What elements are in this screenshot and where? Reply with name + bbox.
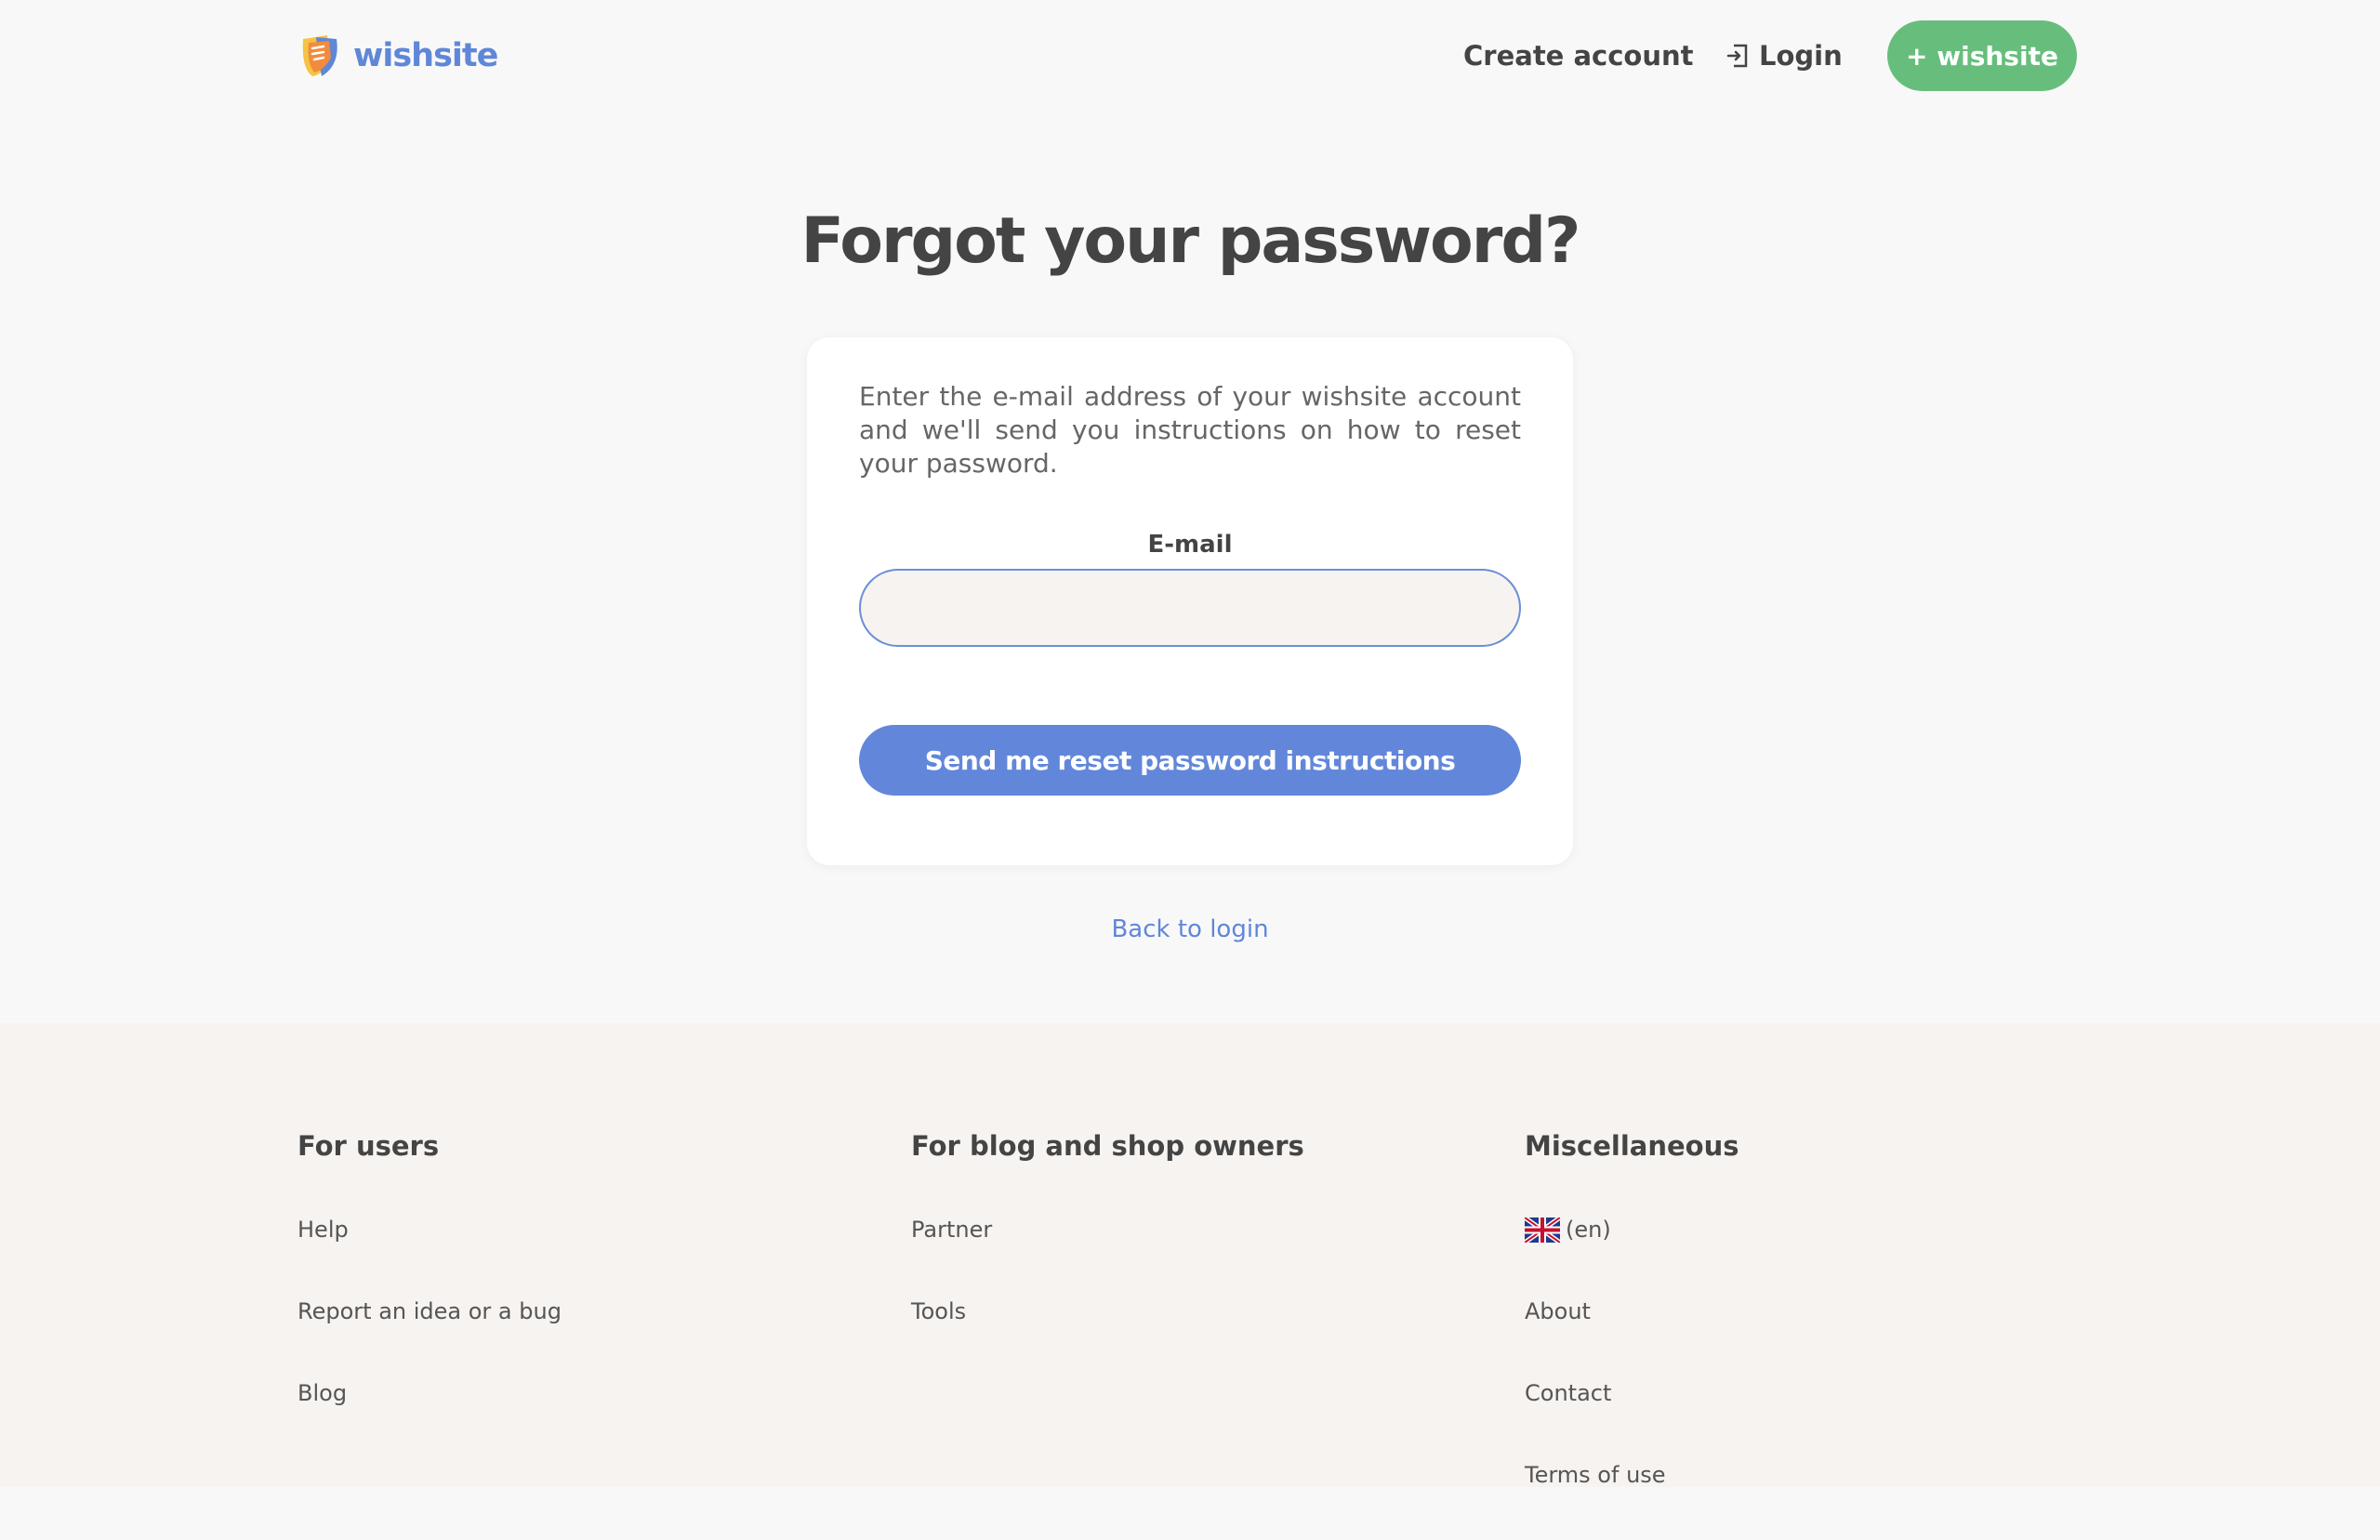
footer-link-report[interactable]: Report an idea or a bug: [298, 1295, 562, 1328]
email-label: E-mail: [1147, 531, 1233, 559]
page-title: Forgot your password?: [800, 204, 1581, 278]
send-reset-instructions-button[interactable]: Send me reset password instructions: [859, 725, 1521, 796]
wishsite-logo-icon: [302, 35, 337, 76]
login-label: Login: [1759, 40, 1843, 72]
footer-column-owners: For blog and shop owners Partner Tools: [911, 1127, 1304, 1376]
add-wishsite-button[interactable]: + wishsite: [1887, 20, 2077, 91]
create-account-link[interactable]: Create account: [1463, 35, 1693, 76]
logo-link[interactable]: wishsite: [296, 32, 498, 80]
back-to-login-link[interactable]: Back to login: [0, 915, 2380, 943]
footer-heading: For users: [298, 1130, 440, 1162]
footer-column-misc: Miscellaneous (en) About Contact Terms o…: [1525, 1127, 1739, 1540]
logo-text: wishsite: [353, 37, 498, 74]
login-icon: [1726, 44, 1748, 68]
site-footer: For users Help Report an idea or a bug B…: [0, 1023, 2380, 1488]
footer-heading: Miscellaneous: [1525, 1130, 1739, 1162]
footer-link-help[interactable]: Help: [298, 1213, 562, 1246]
footer-link-tools[interactable]: Tools: [911, 1295, 1304, 1328]
instructions-text: Enter the e-mail address of your wishsit…: [859, 381, 1521, 479]
reset-password-card: Enter the e-mail address of your wishsit…: [807, 337, 1573, 865]
footer-link-contact[interactable]: Contact: [1525, 1376, 1739, 1410]
footer-link-blog[interactable]: Blog: [298, 1376, 562, 1410]
language-label: (en): [1566, 1217, 1611, 1243]
footer-heading: For blog and shop owners: [911, 1130, 1304, 1162]
uk-flag-icon: [1525, 1217, 1560, 1243]
email-field[interactable]: [859, 569, 1521, 647]
footer-link-partner[interactable]: Partner: [911, 1213, 1304, 1246]
language-selector[interactable]: (en): [1525, 1213, 1739, 1246]
login-link[interactable]: Login: [1726, 35, 1843, 76]
top-navigation: wishsite Create account Login + wishsite: [0, 0, 2380, 112]
footer-link-about[interactable]: About: [1525, 1295, 1739, 1328]
footer-column-users: For users Help Report an idea or a bug B…: [298, 1127, 562, 1458]
